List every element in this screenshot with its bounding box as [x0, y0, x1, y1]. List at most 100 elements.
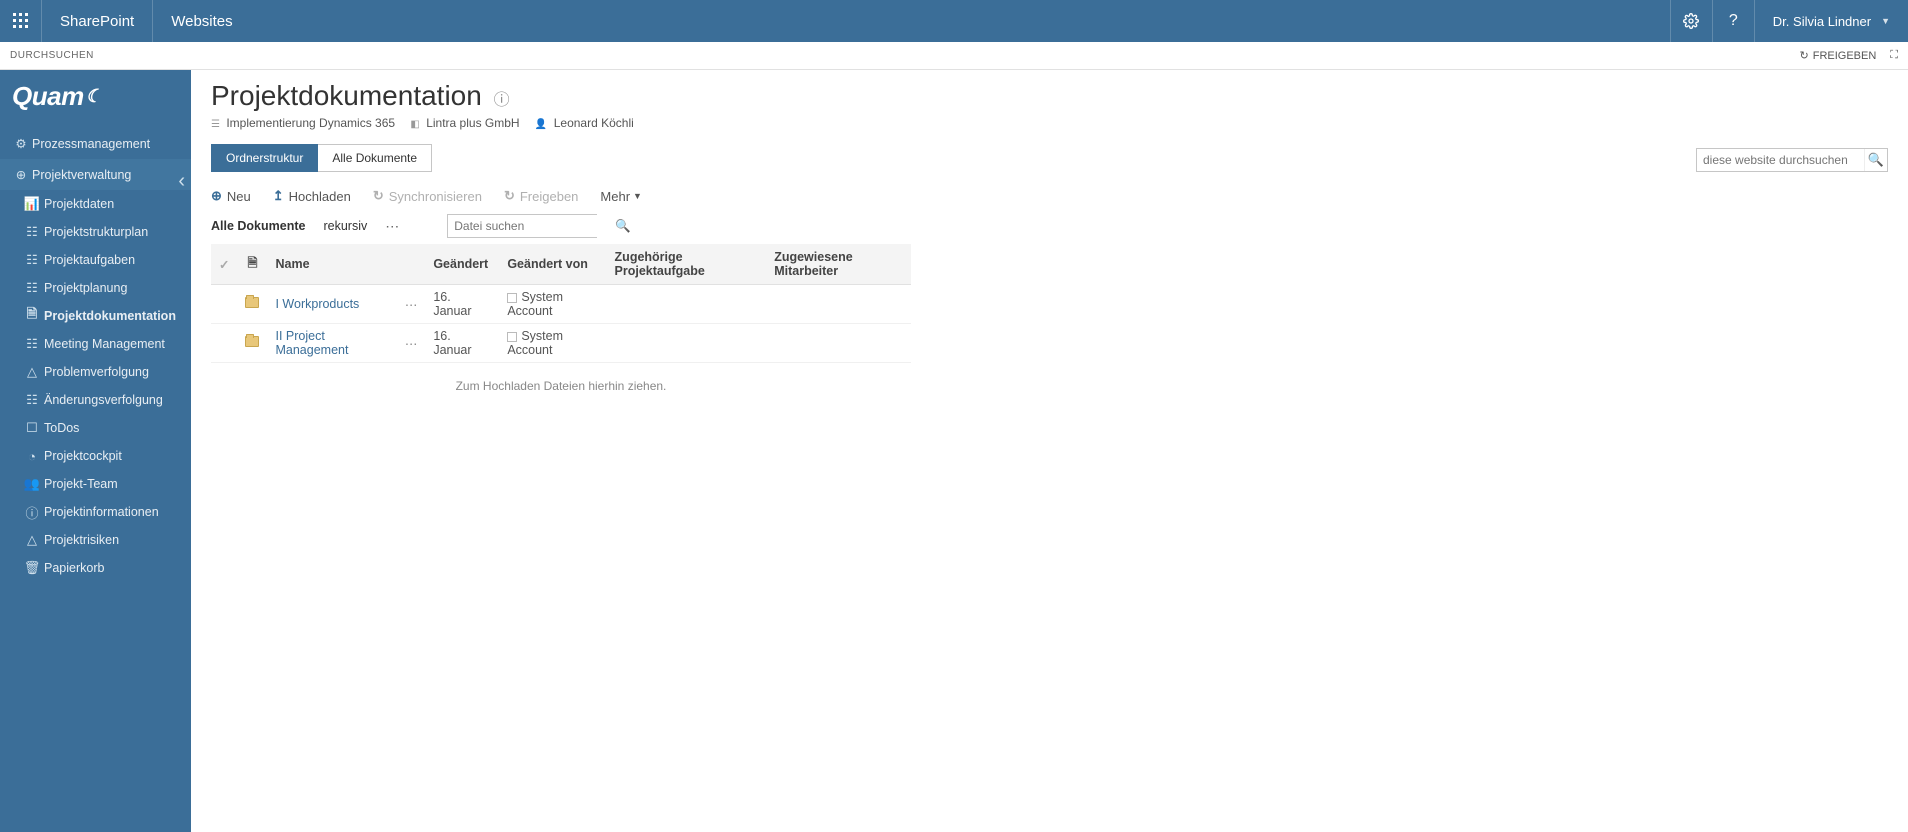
- nav-meeting-management[interactable]: ☷Meeting Management: [0, 330, 191, 358]
- share-label: FREIGEBEN: [1813, 50, 1877, 62]
- view-tabs: Ordnerstruktur Alle Dokumente: [211, 144, 1888, 172]
- breadcrumb: ☰ Implementierung Dynamics 365 ◧ Lintra …: [211, 116, 1888, 130]
- site-search[interactable]: 🔍: [1696, 148, 1888, 172]
- view-more-icon[interactable]: ⋯: [385, 218, 399, 235]
- filter-bar: Alle Dokumente rekursiv ⋯ 🔍: [211, 214, 1888, 238]
- tab-alle-dokumente[interactable]: Alle Dokumente: [318, 144, 432, 172]
- meeting-icon: ☷: [20, 336, 44, 352]
- nav-projekt-team[interactable]: 👥Projekt-Team: [0, 470, 191, 498]
- nav-projektplanung[interactable]: ☷Projektplanung: [0, 274, 191, 302]
- sync-icon: ↻: [373, 188, 384, 204]
- row-menu-icon[interactable]: ⋯: [397, 285, 426, 324]
- user-box-icon: [507, 293, 517, 303]
- user-menu[interactable]: Dr. Silvia Lindner ▼: [1754, 0, 1908, 42]
- ribbon-tab-browse[interactable]: DURCHSUCHEN: [10, 50, 94, 61]
- col-task[interactable]: Zugehörige Projektaufgabe: [607, 244, 767, 285]
- col-type-icon: 🗎: [237, 244, 267, 285]
- collapse-nav-icon[interactable]: ‹: [178, 170, 185, 193]
- tasks-icon: ☷: [20, 252, 44, 268]
- focus-icon: ⛶: [1890, 49, 1898, 62]
- risk-icon: △: [20, 532, 44, 548]
- gantt-icon: ☷: [20, 280, 44, 296]
- nav-projektcockpit[interactable]: ◔Projektcockpit: [0, 442, 191, 470]
- folder-icon: [245, 336, 259, 347]
- page-title: Projektdokumentation: [211, 80, 482, 111]
- suite-bar: SharePoint Websites ? Dr. Silvia Lindner…: [0, 0, 1908, 42]
- todo-icon: ☐: [20, 420, 44, 436]
- suite-sites-link[interactable]: Websites: [153, 0, 250, 42]
- breadcrumb-project[interactable]: Implementierung Dynamics 365: [226, 116, 395, 130]
- title-info-icon[interactable]: ⓘ: [494, 92, 510, 109]
- suite-brand: SharePoint: [42, 0, 153, 42]
- focus-action[interactable]: ⛶: [1890, 49, 1898, 62]
- settings-gear-icon[interactable]: [1670, 0, 1712, 42]
- item-name-link[interactable]: II Project Management: [275, 329, 348, 357]
- nav-projektverwaltung[interactable]: ⊕ Projektverwaltung: [0, 159, 191, 190]
- change-icon: ☷: [20, 392, 44, 408]
- nav-projektstrukturplan[interactable]: ☷Projektstrukturplan: [0, 218, 191, 246]
- item-modified-by: System Account: [499, 285, 606, 324]
- nav-aenderungsverfolgung[interactable]: ☷Änderungsverfolgung: [0, 386, 191, 414]
- breadcrumb-person[interactable]: Leonard Köchli: [554, 116, 634, 130]
- warning-icon: △: [20, 364, 44, 380]
- nav-projektdaten[interactable]: 📊Projektdaten: [0, 190, 191, 218]
- item-name-link[interactable]: I Workproducts: [275, 297, 359, 311]
- col-modified-by[interactable]: Geändert von: [499, 244, 606, 285]
- chart-icon: 📊: [20, 196, 44, 212]
- chevron-down-icon: ▼: [633, 191, 642, 201]
- sync-button: ↻Synchronisieren: [373, 188, 482, 204]
- new-button[interactable]: ⊕Neu: [211, 188, 251, 204]
- nav-projektaufgaben[interactable]: ☷Projektaufgaben: [0, 246, 191, 274]
- team-icon: 👥: [20, 476, 44, 492]
- nav-projektdokumentation[interactable]: 🗎Projektdokumentation: [0, 302, 191, 330]
- tab-ordnerstruktur[interactable]: Ordnerstruktur: [211, 144, 318, 172]
- col-modified[interactable]: Geändert: [425, 244, 499, 285]
- doc-icon: 🗎: [20, 305, 44, 327]
- sync-action[interactable]: ↻ FREIGEBEN: [1800, 49, 1877, 62]
- col-check[interactable]: ✓: [211, 244, 237, 285]
- site-search-button[interactable]: 🔍: [1864, 149, 1887, 171]
- user-box-icon: [507, 332, 517, 342]
- globe-icon: ⊕: [10, 167, 32, 182]
- row-menu-icon[interactable]: ⋯: [397, 324, 426, 363]
- nav-projektrisiken[interactable]: △Projektrisiken: [0, 526, 191, 554]
- nav-projektinformationen[interactable]: ⓘProjektinformationen: [0, 498, 191, 526]
- site-search-input[interactable]: [1697, 149, 1864, 171]
- app-launcher-button[interactable]: [0, 0, 42, 42]
- file-search-button[interactable]: 🔍: [615, 215, 631, 237]
- nav-papierkorb[interactable]: 🗑Papierkorb: [0, 554, 191, 582]
- table-row[interactable]: I Workproducts ⋯ 16. Januar System Accou…: [211, 285, 911, 324]
- moon-icon: ☾: [86, 86, 102, 107]
- building-icon: ◧: [410, 119, 419, 130]
- upload-button[interactable]: ↥Hochladen: [273, 188, 351, 204]
- file-search-input[interactable]: [448, 215, 615, 237]
- page-title-row: Projektdokumentation ⓘ: [211, 80, 1888, 112]
- gear-icon: ⚙: [10, 136, 32, 151]
- view-alle-dokumente[interactable]: Alle Dokumente: [211, 219, 305, 233]
- col-name[interactable]: Name: [267, 244, 396, 285]
- plus-icon: ⊕: [211, 188, 222, 204]
- view-rekursiv[interactable]: rekursiv: [323, 219, 367, 233]
- nav-problemverfolgung[interactable]: △Problemverfolgung: [0, 358, 191, 386]
- table-row[interactable]: II Project Management ⋯ 16. Januar Syste…: [211, 324, 911, 363]
- share-button: ↻Freigeben: [504, 188, 578, 204]
- tree-icon: ☷: [20, 224, 44, 240]
- dashboard-icon: ◔: [20, 449, 44, 464]
- breadcrumb-company[interactable]: Lintra plus GmbH: [426, 116, 519, 130]
- file-search[interactable]: 🔍: [447, 214, 597, 238]
- person-icon: 👤: [535, 119, 547, 130]
- site-logo[interactable]: Quam☾: [0, 70, 191, 122]
- item-modified: 16. Januar: [425, 324, 499, 363]
- more-button[interactable]: Mehr ▼: [600, 189, 642, 204]
- main-content: 🔍 Projektdokumentation ⓘ ☰ Implementieru…: [191, 70, 1908, 832]
- chevron-down-icon: ▼: [1881, 16, 1890, 26]
- col-assigned[interactable]: Zugewiesene Mitarbeiter: [766, 244, 911, 285]
- left-nav: Quam☾ ‹ ⚙ Prozessmanagement ⊕ Projektver…: [0, 70, 191, 832]
- item-modified-by: System Account: [499, 324, 606, 363]
- folder-icon: [245, 297, 259, 308]
- upload-icon: ↥: [273, 188, 284, 204]
- drop-hint: Zum Hochladen Dateien hierhin ziehen.: [211, 379, 911, 393]
- nav-todos[interactable]: ☐ToDos: [0, 414, 191, 442]
- nav-prozessmanagement[interactable]: ⚙ Prozessmanagement: [0, 128, 191, 159]
- help-icon[interactable]: ?: [1712, 0, 1754, 42]
